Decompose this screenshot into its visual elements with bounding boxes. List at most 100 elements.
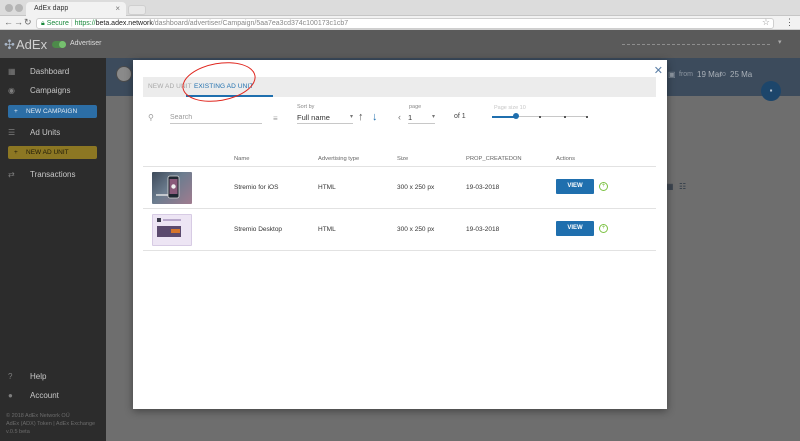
column-header-name[interactable]: Name — [234, 156, 249, 162]
account-address[interactable] — [622, 43, 770, 45]
prev-page-icon[interactable]: ‹ — [398, 112, 401, 122]
url-field[interactable]: 🔒︎ Secure | https://beta.adex.network/da… — [36, 18, 774, 29]
sidebar-item-campaigns[interactable]: ◉ Campaigns — [0, 83, 106, 99]
url-proto: https:// — [74, 20, 96, 27]
sidebar-item-label: Help — [30, 372, 47, 381]
dashboard-icon: ▦ — [8, 67, 16, 76]
new-tab-button[interactable] — [128, 5, 146, 15]
tab-close-icon[interactable]: × — [115, 4, 120, 13]
sidebar-item-account[interactable]: ● Account — [0, 388, 106, 404]
sidebar-item-transactions[interactable]: ⇄ Transactions — [0, 167, 106, 183]
campaign-avatar — [116, 66, 132, 82]
slider-tick — [564, 115, 566, 118]
slider-tick — [586, 115, 588, 118]
date-from-value: 19 Mar — [697, 70, 722, 79]
adex-logo-icon: ✣ — [4, 37, 15, 52]
browser-menu-icon[interactable]: ⋮ — [785, 17, 794, 28]
date-to-label: to — [720, 71, 726, 78]
plus-icon: + — [14, 149, 18, 156]
search-input[interactable] — [170, 112, 262, 124]
browser-tab-bar: AdEx dapp × — [0, 0, 800, 16]
column-header-actions: Actions — [556, 156, 576, 162]
ad-unit-thumbnail — [152, 172, 192, 204]
table-row[interactable]: Stremio Desktop HTML 300 x 250 px 19-03-… — [143, 208, 656, 250]
sort-select[interactable]: Full name ▾ — [297, 113, 353, 124]
account-icon: ● — [8, 391, 13, 400]
back-icon[interactable]: ← — [4, 17, 13, 27]
list-view-icon[interactable]: ☷ — [679, 182, 686, 191]
dropdown-arrow-icon: ▾ — [431, 114, 435, 120]
page-of-total: of 1 — [454, 113, 466, 120]
app-header: ✣AdEx Advertiser ▾ — [0, 30, 800, 58]
date-from-label: from — [679, 71, 693, 78]
campaigns-icon: ◉ — [8, 86, 15, 95]
footer-line: AdEx (ADX) Token | AdEx Exchange — [6, 421, 96, 427]
sidebar-item-ad-units[interactable]: ☰ Ad Units — [0, 125, 106, 141]
footer-line: © 2018 AdEx Network OÜ — [6, 413, 70, 419]
row-name: Stremio Desktop — [234, 226, 283, 233]
new-campaign-button[interactable]: + NEW CAMPAIGN — [8, 105, 97, 118]
sort-value: Full name — [297, 113, 330, 122]
save-icon: ▪ — [769, 86, 773, 95]
sidebar-item-label: Campaigns — [30, 86, 71, 95]
reload-icon[interactable]: ↻ — [24, 17, 32, 28]
add-unit-dialog: ✕ NEW AD UNIT EXISTING AD UNIT ⚲ ≡ Sort … — [133, 60, 667, 409]
new-ad-unit-button[interactable]: + NEW AD UNIT — [8, 146, 97, 159]
role-label: Advertiser — [70, 40, 102, 47]
chevron-down-icon[interactable]: ▾ — [778, 38, 782, 46]
view-button[interactable]: VIEW — [556, 221, 594, 236]
sort-icon: ≡ — [273, 114, 278, 123]
search-icon: ⚲ — [148, 113, 154, 122]
save-fab-button[interactable]: ▪ — [761, 81, 781, 101]
plus-icon: + — [14, 108, 18, 115]
row-name: Stremio for iOS — [234, 184, 279, 191]
sort-descending-icon[interactable]: ↓ — [372, 111, 378, 123]
row-size: 300 x 250 px — [397, 226, 435, 233]
dropdown-arrow-icon: ▾ — [349, 114, 353, 120]
bookmark-star-icon[interactable]: ☆ — [762, 17, 770, 28]
row-type: HTML — [318, 184, 336, 191]
url-path: /dashboard/advertiser/Campaign/5aa7ea3cd… — [152, 20, 349, 27]
window-minimize-dot[interactable] — [15, 4, 23, 12]
sidebar-item-label: Account — [30, 391, 59, 400]
list-icon: ☰ — [8, 128, 16, 137]
column-header-created[interactable]: PROP_CREATEDON — [466, 156, 522, 162]
brand-name: AdEx — [16, 37, 48, 52]
sidebar-item-dashboard[interactable]: ▦ Dashboard — [0, 64, 106, 80]
sidebar-item-label: Dashboard — [30, 67, 70, 76]
sort-ascending-icon[interactable]: ↑ — [358, 111, 364, 123]
add-unit-icon[interactable]: + — [599, 224, 608, 233]
page-size-label: Page size 10 — [494, 105, 526, 111]
column-header-type[interactable]: Advertising type — [318, 156, 359, 162]
new-ad-unit-label: NEW AD UNIT — [26, 149, 69, 156]
lock-icon: 🔒︎ — [41, 20, 45, 27]
phone-preview-icon — [156, 175, 180, 199]
grid-view-icon[interactable]: ▦ — [666, 182, 674, 191]
footer-line: v.0.5 beta — [6, 429, 30, 435]
calendar-icon: ▣ — [668, 70, 676, 79]
add-unit-icon[interactable]: + — [599, 182, 608, 191]
page-select[interactable]: 1 ▾ — [408, 113, 435, 124]
row-created: 19-03-2018 — [466, 184, 500, 191]
sidebar-item-help[interactable]: ? Help — [0, 369, 106, 385]
slider-thumb[interactable] — [513, 113, 519, 119]
close-icon[interactable]: ✕ — [654, 64, 663, 77]
row-size: 300 x 250 px — [397, 184, 435, 191]
view-button[interactable]: VIEW — [556, 179, 594, 194]
table-row[interactable]: Stremio for iOS HTML 300 x 250 px 19-03-… — [143, 166, 656, 208]
brand-logo[interactable]: ✣AdEx — [4, 37, 47, 52]
browser-tab[interactable]: AdEx dapp × — [26, 2, 126, 16]
forward-icon[interactable]: → — [14, 17, 23, 27]
secure-label: Secure — [46, 20, 69, 27]
ad-unit-thumbnail — [152, 214, 192, 246]
sidebar-item-label: Ad Units — [30, 128, 61, 137]
browser-address-bar: ← → ↻ 🔒︎ Secure | https://beta.adex.netw… — [0, 16, 800, 30]
sidebar-item-label: Transactions — [30, 170, 76, 179]
page-value: 1 — [408, 113, 413, 122]
window-close-dot[interactable] — [5, 4, 13, 12]
role-toggle[interactable] — [52, 41, 66, 48]
sort-by-label: Sort by — [297, 104, 315, 110]
slider-tick — [539, 115, 541, 118]
column-header-size[interactable]: Size — [397, 156, 408, 162]
sidebar-footer: © 2018 AdEx Network OÜ AdEx (ADX) Token … — [6, 412, 95, 436]
